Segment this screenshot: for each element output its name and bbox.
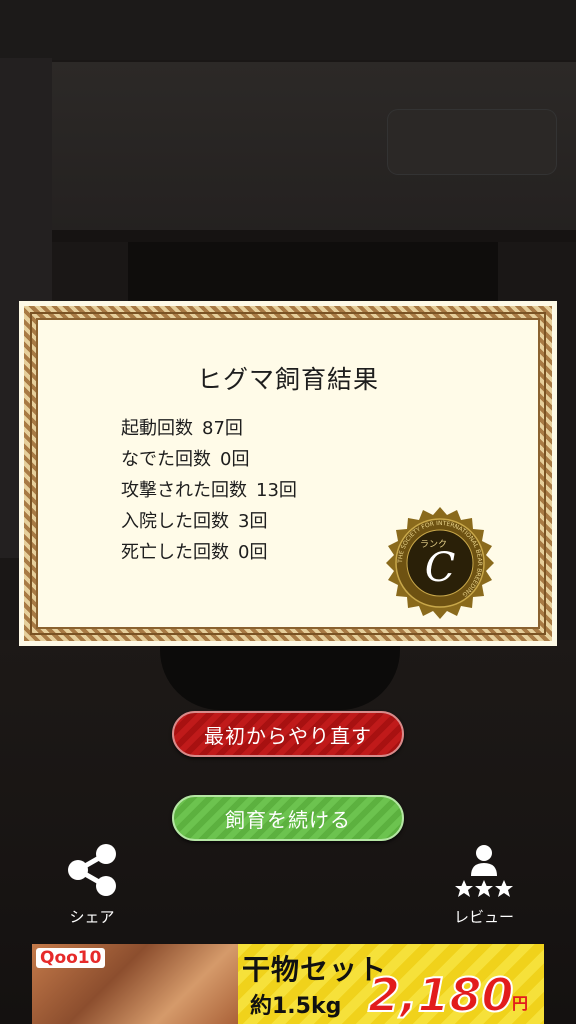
stats-list: 起動回数 87回 なでた回数 0回 攻撃された回数 13回 入院した回数 3回 死亡した… [121, 413, 297, 568]
doorway [128, 242, 498, 302]
ad-weight: 約1.5kg [250, 994, 342, 1019]
ad-currency: 円 [512, 994, 529, 1013]
share-label: シェア [69, 908, 115, 926]
beam [52, 230, 576, 242]
stat-launch-count: 起動回数 87回 [121, 418, 243, 439]
seal-rank-letter: C [425, 545, 456, 591]
bear-silhouette [160, 640, 400, 710]
ad-product-name: 干物セット [242, 953, 388, 986]
continue-raising-button[interactable]: 飼育を続ける [172, 795, 404, 841]
certificate-body: ヒグマ飼育結果 起動回数 87回 なでた回数 0回 攻撃された回数 13回 入院した回… [36, 318, 540, 629]
ceiling [0, 0, 576, 60]
review-button[interactable]: レビュー [439, 840, 529, 927]
certificate-frame: ヒグマ飼育結果 起動回数 87回 なでた回数 0回 攻撃された回数 13回 入院した回… [24, 306, 552, 641]
stat-death-count: 死亡した回数 0回 [121, 542, 268, 563]
stat-pet-count: なでた回数 0回 [121, 449, 250, 470]
certificate-title: ヒグマ飼育結果 [196, 365, 379, 394]
ad-banner[interactable]: Qoo10 干物セット 約1.5kg 2,180 円 [32, 944, 544, 1024]
air-conditioner [388, 110, 556, 174]
share-button[interactable]: シェア [47, 840, 137, 927]
review-label: レビュー [453, 908, 514, 926]
ad-price: 2,180 [367, 967, 515, 1023]
restart-button[interactable]: 最初からやり直す [172, 711, 404, 757]
stat-attacked-count: 攻撃された回数 13回 [121, 480, 297, 501]
result-certificate: ヒグマ飼育結果 起動回数 87回 なでた回数 0回 攻撃された回数 13回 入院した回… [19, 301, 557, 646]
stat-hospital-count: 入院した回数 3回 [121, 511, 268, 532]
ad-logo: Qoo10 [36, 948, 106, 968]
rank-seal-icon: THE SOCIETY FOR INTERNATIONAL BEAR BREED… [386, 507, 494, 619]
share-icon [68, 844, 116, 896]
review-icon [455, 845, 513, 897]
